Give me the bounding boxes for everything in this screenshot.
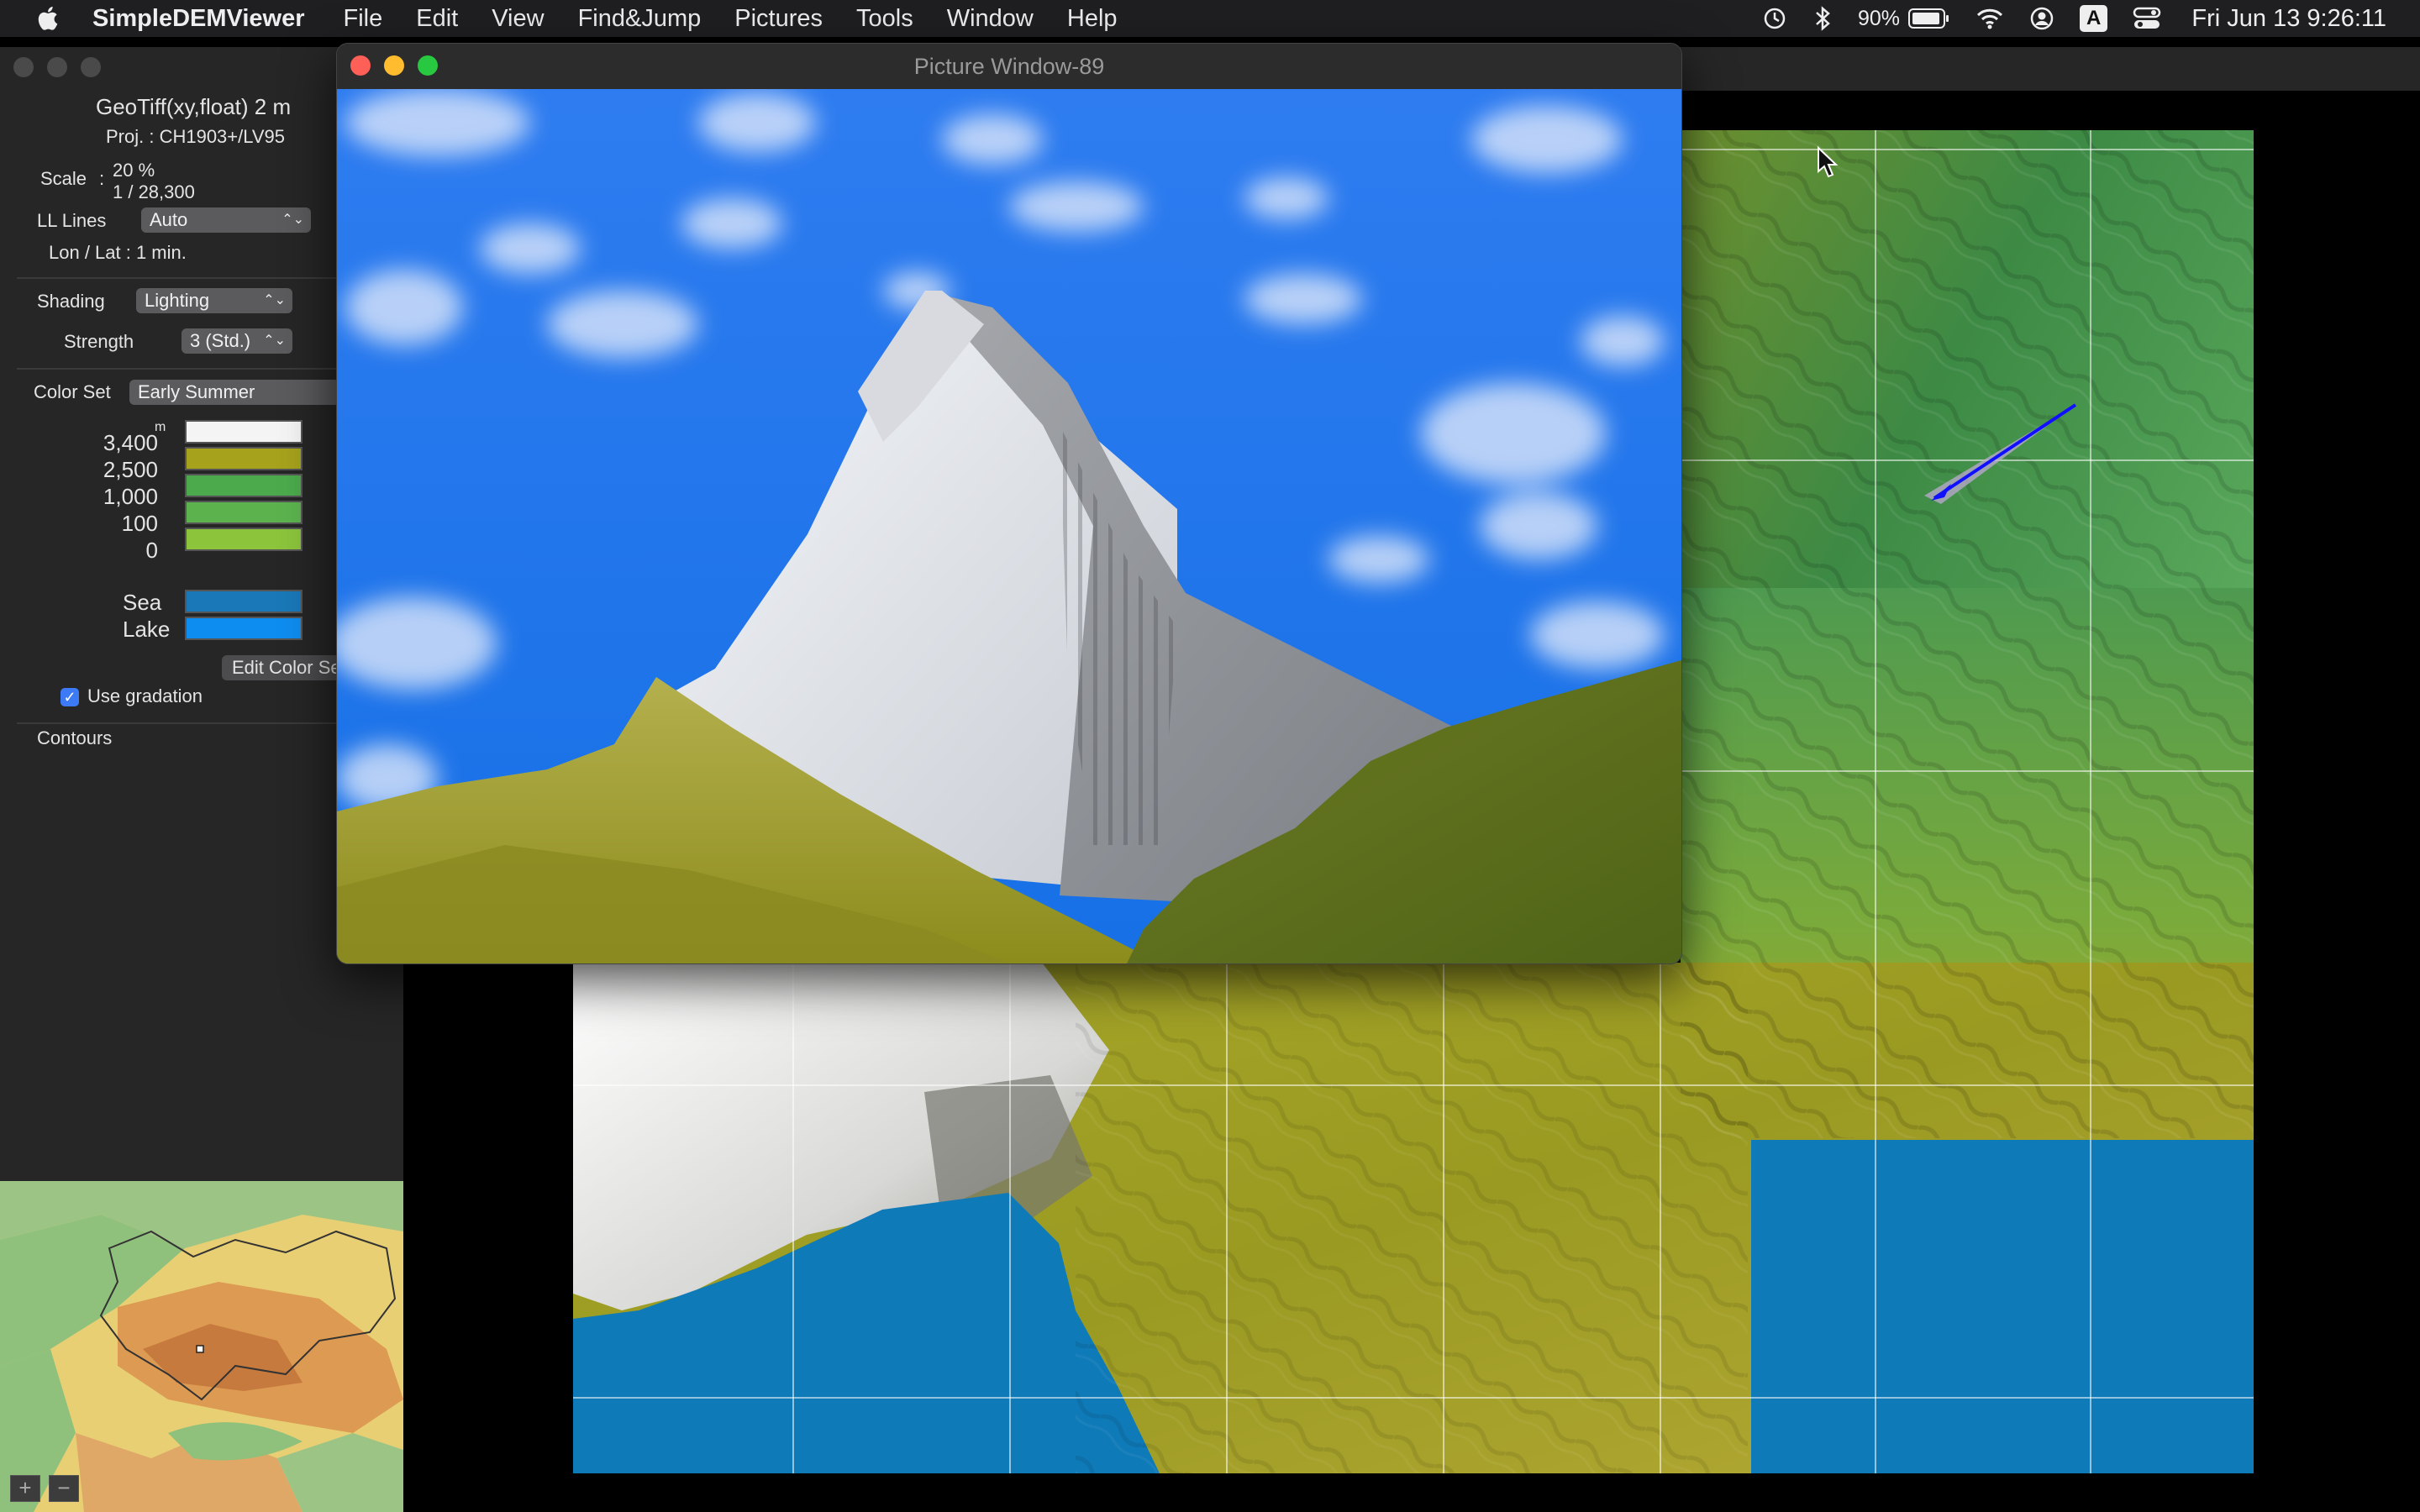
current-view-marker: [196, 1345, 204, 1353]
control-center-icon[interactable]: [2133, 6, 2161, 31]
apple-icon[interactable]: [34, 3, 64, 34]
menu-view[interactable]: View: [492, 5, 544, 33]
use-gradation-label: Use gradation: [87, 685, 203, 706]
color-set-label: Color Set: [34, 381, 111, 402]
battery-percent: 90%: [1858, 6, 1901, 30]
menu-pictures[interactable]: Pictures: [734, 5, 823, 33]
strength-popup[interactable]: 3 (Std.) ⌃⌄: [182, 328, 292, 354]
time-machine-icon[interactable]: [1762, 6, 1787, 31]
rendered-mountain-picture: [337, 89, 1681, 963]
picture-window-titlebar[interactable]: Picture Window-89: [337, 44, 1681, 89]
sea-color-swatch[interactable]: [185, 590, 302, 613]
ll-lines-popup[interactable]: Auto ⌃⌄: [141, 207, 311, 233]
sea-label: Sea: [123, 590, 162, 615]
divider: [17, 368, 336, 370]
user-account-icon[interactable]: [2029, 6, 2054, 31]
projection-label: Proj. : CH1903+/LV95: [106, 126, 285, 147]
scale-percent: 20 %: [113, 160, 155, 181]
input-source-indicator[interactable]: A: [2080, 5, 2108, 32]
menu-bar: SimpleDEMViewer File Edit View Find&Jump…: [0, 0, 2420, 37]
elevation-label: 2,500: [103, 457, 158, 482]
menu-window[interactable]: Window: [947, 5, 1034, 33]
ll-lines-value: Auto: [150, 209, 188, 230]
color-set-value: Early Summer: [138, 381, 255, 402]
scale-colon: :: [99, 168, 105, 189]
bluetooth-icon[interactable]: [1812, 5, 1833, 32]
close-button[interactable]: [350, 55, 371, 76]
menu-tools[interactable]: Tools: [856, 5, 913, 33]
overview-zoom-in-button[interactable]: +: [10, 1475, 40, 1502]
lake-color-swatch[interactable]: [185, 617, 302, 640]
color-swatch-3400[interactable]: [185, 420, 302, 444]
contours-section[interactable]: Contours: [37, 727, 112, 749]
scale-ratio: 1 / 28,300: [113, 181, 195, 202]
scale-label: Scale: [40, 168, 87, 189]
strength-label: Strength: [64, 331, 134, 352]
menu-find-jump[interactable]: Find&Jump: [578, 5, 702, 33]
app-name-menu[interactable]: SimpleDEMViewer: [92, 5, 305, 33]
menu-file[interactable]: File: [344, 5, 383, 33]
menu-edit[interactable]: Edit: [416, 5, 458, 33]
wifi-icon[interactable]: [1975, 7, 2004, 30]
color-swatch-1000[interactable]: [185, 474, 302, 497]
overview-zoom-out-button[interactable]: −: [49, 1475, 79, 1502]
shading-popup[interactable]: Lighting ⌃⌄: [136, 288, 292, 313]
popup-arrows-icon: ⌃⌄: [263, 293, 286, 307]
color-swatch-2500[interactable]: [185, 447, 302, 470]
elevation-label: 3,400: [103, 430, 158, 455]
color-swatch-0[interactable]: [185, 528, 302, 551]
lonlat-label: Lon / Lat : 1 min.: [49, 242, 187, 263]
minimize-button[interactable]: [384, 55, 404, 76]
picture-window: Picture Window-89: [336, 43, 1682, 964]
zoom-button[interactable]: [418, 55, 438, 76]
strength-value: 3 (Std.): [190, 330, 251, 351]
divider: [17, 722, 336, 724]
use-gradation-checkbox[interactable]: ✓: [60, 688, 79, 706]
lake-label: Lake: [123, 617, 171, 642]
popup-arrows-icon: ⌃⌄: [263, 333, 286, 348]
menubar-clock[interactable]: Fri Jun 13 9:26:11: [2191, 5, 2386, 33]
overview-map[interactable]: [0, 1181, 403, 1512]
elevation-label: 100: [121, 511, 158, 536]
color-set-popup[interactable]: Early Summer: [129, 380, 339, 405]
elevation-label: 1,000: [103, 484, 158, 509]
shading-value: Lighting: [145, 290, 210, 311]
elevation-label: 0: [145, 538, 158, 563]
file-type-label: GeoTiff(xy,float) 2 m: [96, 94, 292, 119]
popup-arrows-icon: ⌃⌄: [281, 213, 304, 227]
color-swatch-100[interactable]: [185, 501, 302, 524]
shading-label: Shading: [37, 291, 105, 312]
menu-help[interactable]: Help: [1067, 5, 1118, 33]
divider: [17, 277, 336, 279]
ll-lines-label: LL Lines: [37, 210, 107, 231]
picture-window-title: Picture Window-89: [913, 54, 1105, 79]
battery-icon[interactable]: [1908, 8, 1950, 29]
